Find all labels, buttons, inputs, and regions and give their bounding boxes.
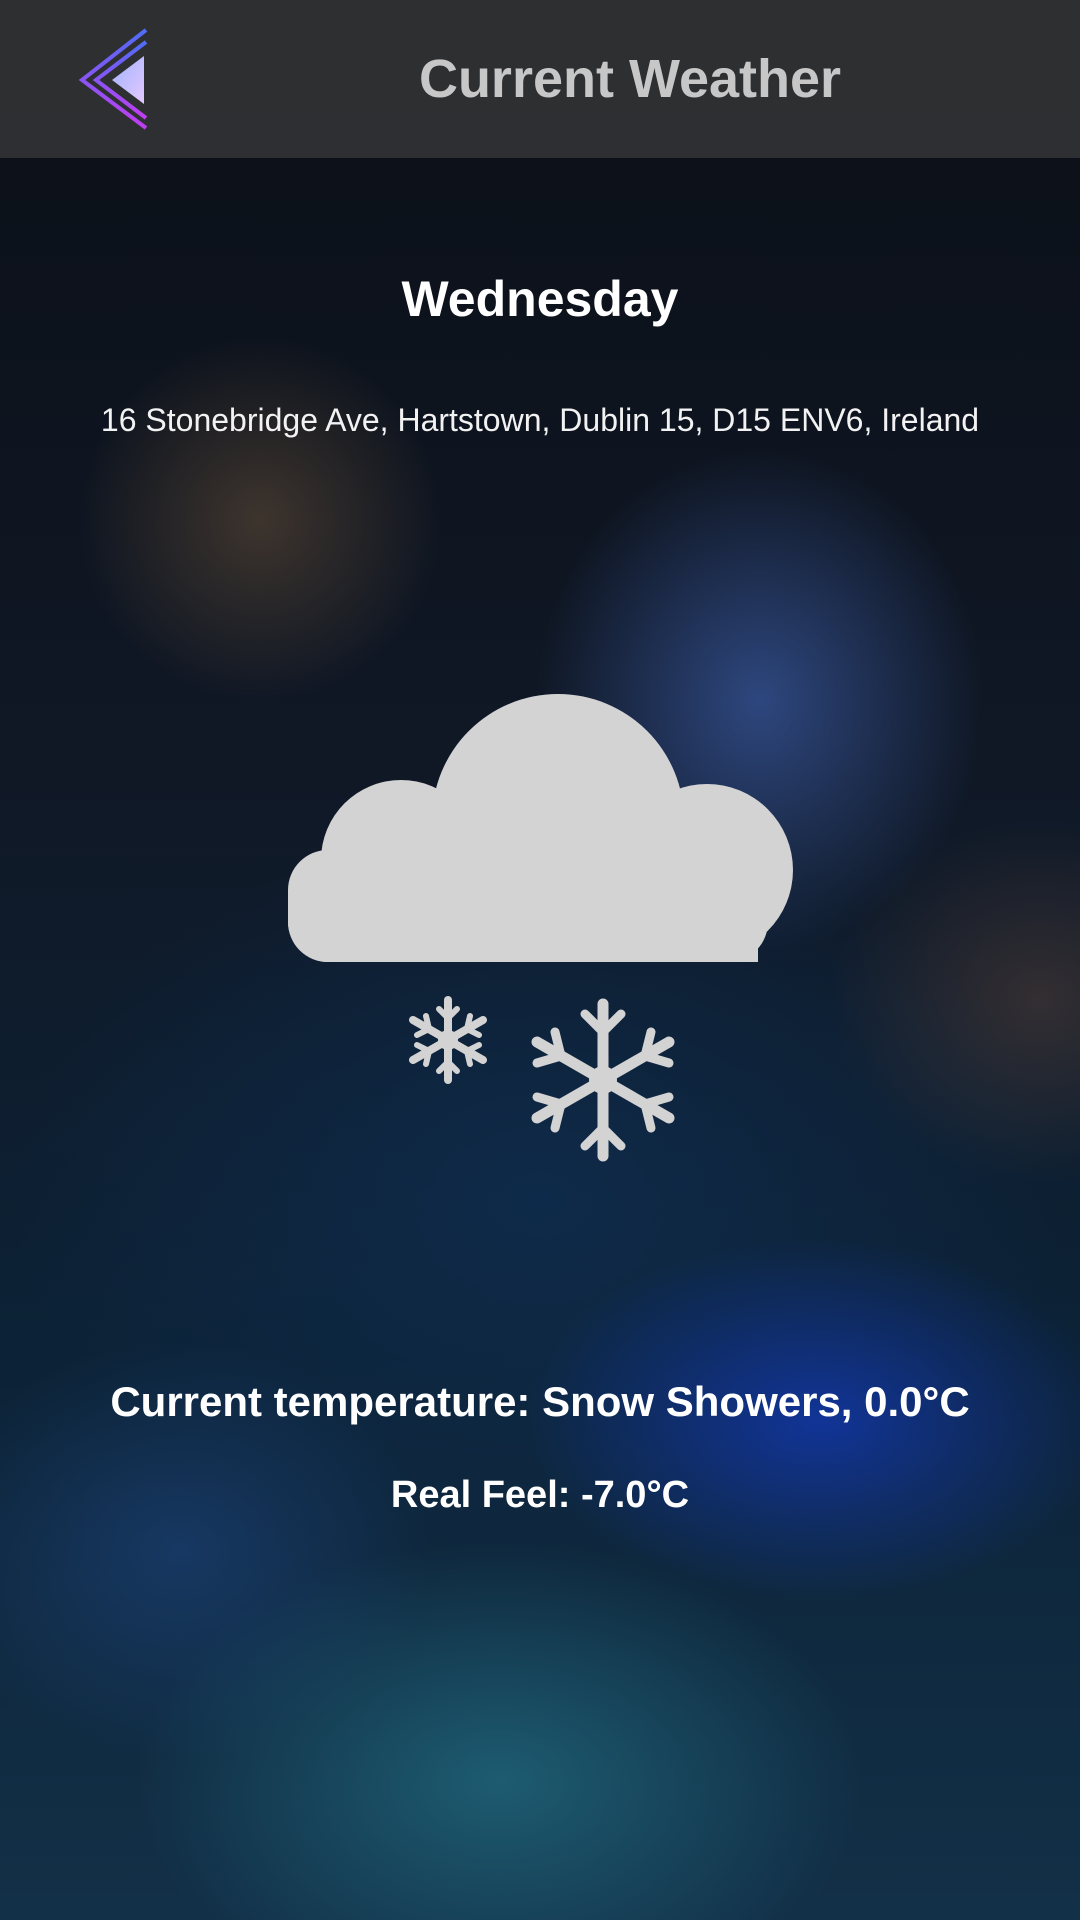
back-button[interactable] <box>72 24 162 134</box>
real-feel-temperature: Real Feel: -7.0°C <box>390 1474 690 1516</box>
snow-showers-icon <box>280 690 800 1170</box>
day-label: Wednesday <box>401 271 679 327</box>
current-temperature: Current temperature: Snow Showers, 0.0°C <box>110 1378 970 1425</box>
location-address: 16 Stonebridge Ave, Hartstown, Dublin 15… <box>100 402 980 438</box>
page-title: Current Weather <box>418 49 842 109</box>
back-chevron-icon <box>78 28 148 130</box>
top-app-bar: Current Weather <box>0 0 1080 158</box>
